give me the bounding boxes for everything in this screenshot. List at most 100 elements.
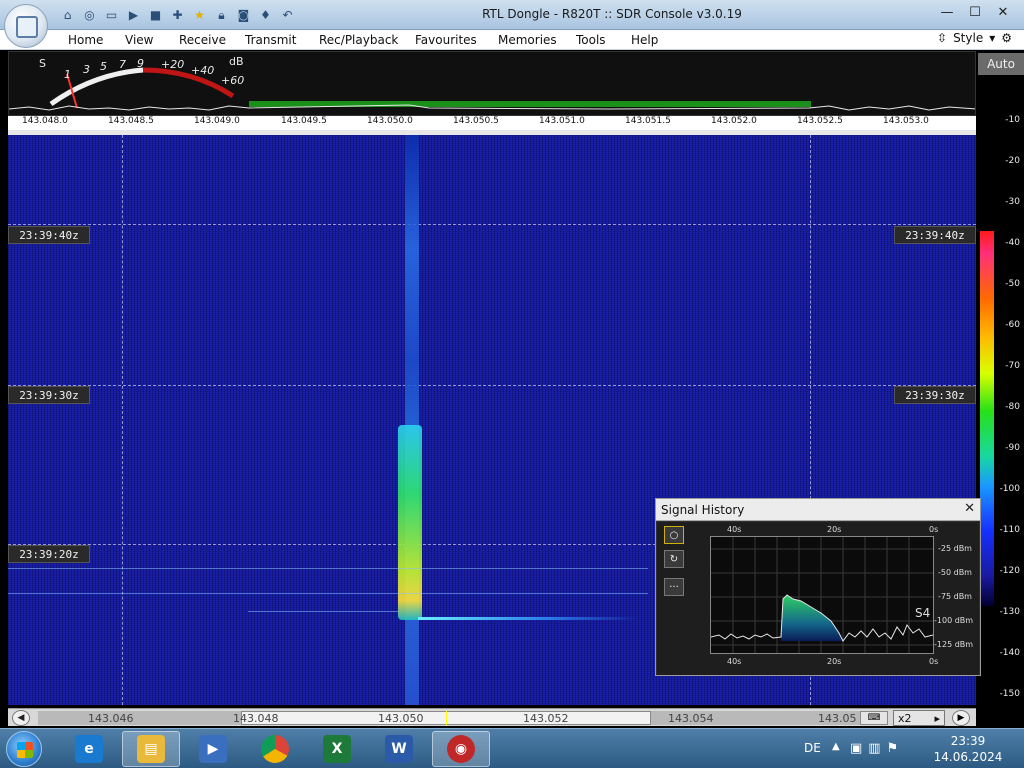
taskbar-app[interactable]: ▶ <box>184 731 242 767</box>
more-button[interactable]: ··· <box>664 578 684 596</box>
interference-line <box>8 593 648 594</box>
level-tick: -90 <box>1005 443 1020 453</box>
zoom-label: x2 <box>898 711 912 725</box>
history-time-label: 0s <box>929 657 939 666</box>
style-selector[interactable]: ⇳ Style ▾ ⚙ <box>937 31 1012 45</box>
chevron-updown-icon: ⇳ <box>937 31 948 45</box>
close-button[interactable]: ✕ <box>964 501 975 516</box>
s-scale-plus60: +60 <box>221 74 245 87</box>
clock-time: 23:39 <box>950 734 986 748</box>
menu-favourites[interactable]: Favourites <box>415 33 477 47</box>
time-tag-left: 23:39:20z <box>8 545 90 563</box>
signal-history-chart <box>710 536 934 654</box>
frequency-scale[interactable]: 143.048.0 143.048.5 143.049.0 143.049.5 … <box>8 116 976 130</box>
dbm-label: -25 dBm <box>938 544 972 553</box>
signal-burst <box>398 425 422 620</box>
s-scale-9: 9 <box>137 57 144 70</box>
window-controls: — ☐ ✕ <box>934 2 1016 22</box>
s-meter: S 1 3 5 7 9 +20 +40 +60 dB <box>33 54 247 110</box>
menu-tools[interactable]: Tools <box>576 33 606 47</box>
close-button[interactable]: ✕ <box>990 2 1016 22</box>
spectrum-trace <box>9 104 975 111</box>
menu-home[interactable]: Home <box>68 33 103 47</box>
taskbar-app[interactable]: W <box>370 731 428 767</box>
freq-label: 143.053.0 <box>883 116 929 126</box>
start-button[interactable] <box>6 731 42 767</box>
menu-memories[interactable]: Memories <box>498 33 557 47</box>
level-tick: -80 <box>1005 402 1020 412</box>
spectrum-display[interactable]: S 1 3 5 7 9 +20 +40 +60 dB <box>8 51 976 116</box>
frequency-scrollbar[interactable]: ◀ 143.046 143.048 143.050 143.052 143.05… <box>8 708 976 726</box>
s-reading: S4 <box>915 606 931 620</box>
signal-tail <box>418 617 638 620</box>
reset-button[interactable]: ↻ <box>664 550 684 568</box>
freq-label: 143.048.0 <box>22 116 68 126</box>
time-tag-right: 23:39:40z <box>894 226 976 244</box>
media-player-icon: ▶ <box>199 735 227 763</box>
grid-line <box>8 224 976 225</box>
history-plot <box>710 537 934 653</box>
time-tag-right: 23:39:30z <box>894 386 976 404</box>
app-menu-button[interactable] <box>4 4 48 48</box>
menu-receive[interactable]: Receive <box>179 33 226 47</box>
gear-icon[interactable]: ⚙ <box>1001 31 1012 45</box>
freq-label: 143.052.5 <box>797 116 843 126</box>
level-color-scale: Auto -10 -20 -30 -40 -50 -60 -70 -80 -90… <box>978 51 1024 710</box>
freq-label: 143.051.0 <box>539 116 585 126</box>
taskbar-app[interactable]: ▤ <box>122 731 180 767</box>
scroll-right-button[interactable]: ▶ <box>952 710 970 726</box>
center-marker <box>446 711 447 725</box>
auto-level-button[interactable]: Auto <box>978 53 1024 75</box>
color-gradient-bar <box>980 231 994 606</box>
menu-view[interactable]: View <box>125 33 153 47</box>
keyboard-icon[interactable]: ⌨ <box>860 711 888 725</box>
chrome-icon <box>261 735 289 763</box>
history-time-label: 20s <box>827 525 842 534</box>
level-tick: -140 <box>999 648 1020 658</box>
taskbar-app[interactable]: ◉ <box>432 731 490 767</box>
window-title: RTL Dongle - R820T :: SDR Console v3.0.1… <box>482 7 742 21</box>
dbm-label: -100 dBm <box>934 616 974 625</box>
app-icon <box>16 16 38 38</box>
s-scale-plus40: +40 <box>191 64 215 77</box>
zoom-selector[interactable]: x2 ▸ <box>893 710 945 726</box>
level-tick: -130 <box>999 607 1020 617</box>
level-tick: -120 <box>999 566 1020 576</box>
scroll-freq-label: 143.054 <box>668 712 714 725</box>
title-bar: ⌂ ◎ ▭ ▶ ■ ✚ ★ 🔒︎ ◙ ♦ ↶ RTL Dongle - R820… <box>0 0 1024 30</box>
scroll-left-button[interactable]: ◀ <box>12 710 30 726</box>
scroll-freq-label: 143.05 <box>818 712 857 725</box>
freq-label: 143.052.0 <box>711 116 757 126</box>
s-meter-unit: dB <box>229 55 244 68</box>
language-indicator[interactable]: DE <box>804 741 821 755</box>
history-time-label: 40s <box>727 657 742 666</box>
menu-transmit[interactable]: Transmit <box>245 33 296 47</box>
menu-rec-playback[interactable]: Rec/Playback <box>319 33 398 47</box>
clock[interactable]: 23:39 14.06.2024 <box>928 733 1008 765</box>
scroll-freq-label: 143.046 <box>88 712 134 725</box>
panel-header[interactable]: Signal History ✕ <box>656 499 980 521</box>
maximize-button[interactable]: ☐ <box>962 2 988 22</box>
record-toggle[interactable]: ○ <box>664 526 684 544</box>
device-icon[interactable]: ▣ <box>850 741 862 756</box>
menu-bar: Home View Receive Transmit Rec/Playback … <box>0 30 1024 50</box>
internet-explorer-icon: e <box>75 735 103 763</box>
level-tick: -70 <box>1005 361 1020 371</box>
action-center-icon[interactable]: ⚑ <box>887 741 899 756</box>
taskbar: e ▤ ▶ X W ◉ DE ▲ ▣ ▥ ⚑ 23:39 14.06.2024 <box>0 728 1024 768</box>
minimize-button[interactable]: — <box>934 2 960 22</box>
level-tick: -20 <box>1005 156 1020 166</box>
s-scale-3: 3 <box>83 63 90 76</box>
menu-help[interactable]: Help <box>631 33 658 47</box>
s-scale-1: 1 <box>64 68 71 81</box>
taskbar-app[interactable] <box>246 731 304 767</box>
file-explorer-icon: ▤ <box>137 735 165 763</box>
network-icon[interactable]: ▥ <box>868 741 880 756</box>
s-scale-5: 5 <box>100 60 107 73</box>
taskbar-app[interactable]: e <box>60 731 118 767</box>
show-hidden-icons-icon[interactable]: ▲ <box>832 741 840 752</box>
dbm-label: -75 dBm <box>938 592 972 601</box>
time-tag-left: 23:39:30z <box>8 386 90 404</box>
taskbar-app[interactable]: X <box>308 731 366 767</box>
level-tick: -150 <box>999 689 1020 699</box>
